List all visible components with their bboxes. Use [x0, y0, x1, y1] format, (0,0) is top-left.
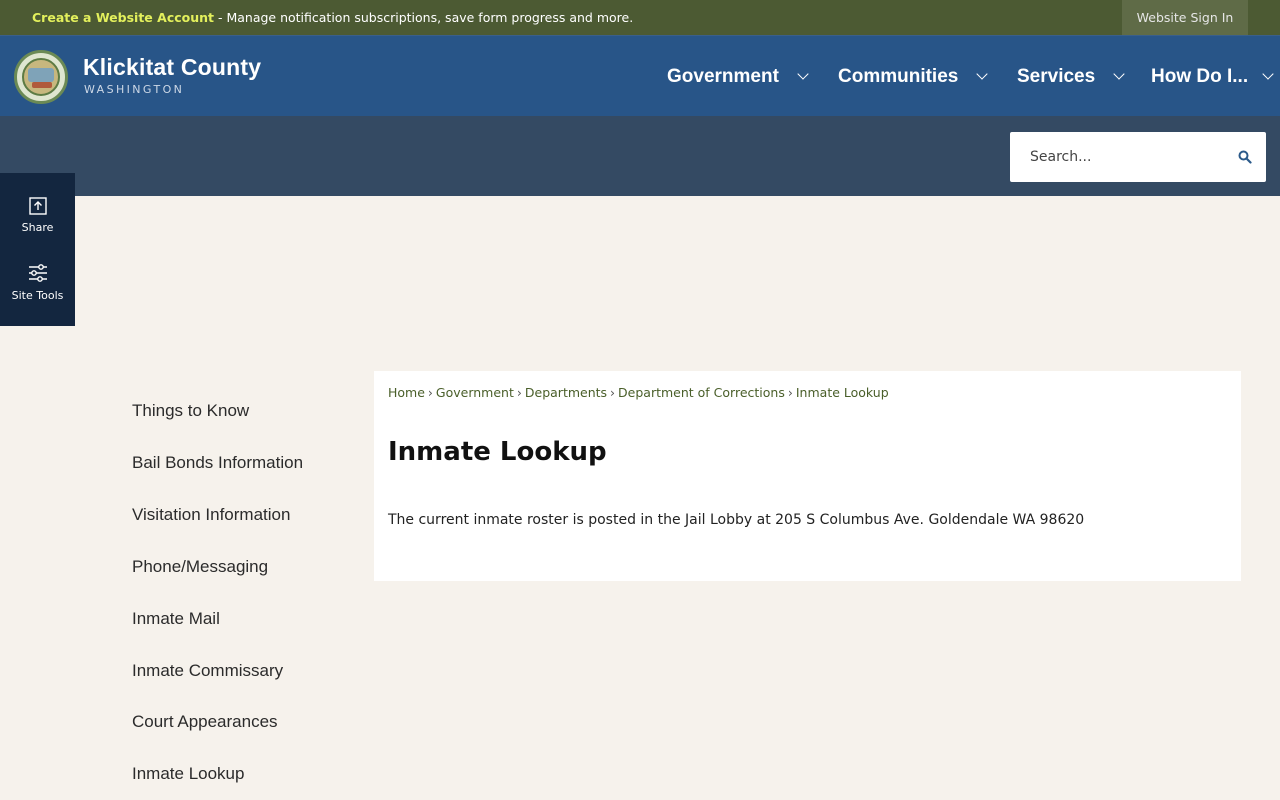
sidenav-item-things-to-know[interactable]: Things to Know	[132, 401, 249, 421]
sidenav-item-inmate-commissary[interactable]: Inmate Commissary	[132, 661, 283, 681]
breadcrumb-current[interactable]: Inmate Lookup	[796, 385, 889, 400]
notification-bar: Create a Website Account - Manage notifi…	[0, 0, 1280, 35]
chevron-down-icon[interactable]	[1113, 68, 1125, 80]
sidenav-item-court-appearances[interactable]: Court Appearances	[132, 712, 278, 732]
nav-how-do-i[interactable]: How Do I...	[1151, 36, 1274, 117]
breadcrumb-separator: ›	[787, 385, 793, 400]
breadcrumb-departments[interactable]: Departments	[525, 385, 607, 400]
site-subtitle: WASHINGTON	[84, 83, 185, 96]
breadcrumb-separator: ›	[427, 385, 433, 400]
chevron-down-icon[interactable]	[976, 68, 989, 80]
sidenav-item-bail-bonds[interactable]: Bail Bonds Information	[132, 453, 303, 473]
create-account-link[interactable]: Create a Website Account	[32, 10, 214, 25]
notification-message: Create a Website Account - Manage notifi…	[32, 10, 633, 25]
page-title: Inmate Lookup	[388, 437, 607, 467]
site-name[interactable]: Klickitat County	[83, 54, 261, 81]
chevron-down-icon[interactable]	[1262, 68, 1274, 80]
website-sign-in-button[interactable]: Website Sign In	[1122, 0, 1248, 35]
content-card: Home › Government › Departments › Department o…	[374, 371, 1241, 581]
nav-label: Services	[1017, 65, 1096, 87]
share-icon	[28, 197, 47, 215]
notification-text: - Manage notification subscriptions, sav…	[214, 10, 634, 25]
breadcrumb-home[interactable]: Home	[388, 385, 425, 400]
search-icon[interactable]	[1238, 150, 1252, 164]
nav-label: Government	[667, 65, 779, 87]
site-tools-label: Site Tools	[11, 289, 64, 302]
sidenav-item-inmate-mail[interactable]: Inmate Mail	[132, 609, 220, 629]
search-box	[1010, 132, 1266, 182]
sidenav-item-visitation[interactable]: Visitation Information	[132, 505, 290, 525]
nav-label: How Do I...	[1151, 65, 1249, 87]
site-header: Klickitat County WASHINGTON Government C…	[0, 35, 1280, 116]
breadcrumb: Home › Government › Departments › Department o…	[388, 385, 889, 400]
nav-communities[interactable]: Communities	[838, 36, 989, 117]
share-button[interactable]: Share	[0, 197, 75, 234]
chevron-down-icon[interactable]	[797, 68, 809, 80]
sidenav-item-inmate-lookup[interactable]: Inmate Lookup	[132, 764, 244, 784]
sidenav-item-phone-messaging[interactable]: Phone/Messaging	[132, 557, 268, 577]
breadcrumb-separator: ›	[516, 385, 522, 400]
search-band	[0, 116, 1280, 196]
share-label: Share	[21, 221, 54, 234]
county-seal-logo[interactable]	[14, 50, 68, 104]
search-input[interactable]	[1010, 132, 1230, 182]
site-tools-button[interactable]: Site Tools	[0, 263, 75, 302]
sliders-icon	[28, 264, 47, 282]
page-tools-panel: Share Site Tools	[0, 173, 75, 326]
breadcrumb-corrections[interactable]: Department of Corrections	[618, 385, 785, 400]
breadcrumb-government[interactable]: Government	[436, 385, 514, 400]
nav-government[interactable]: Government	[667, 36, 809, 117]
nav-label: Communities	[838, 65, 959, 87]
nav-services[interactable]: Services	[1017, 36, 1125, 117]
page-body-text: The current inmate roster is posted in t…	[388, 512, 1085, 528]
breadcrumb-separator: ›	[610, 385, 616, 400]
